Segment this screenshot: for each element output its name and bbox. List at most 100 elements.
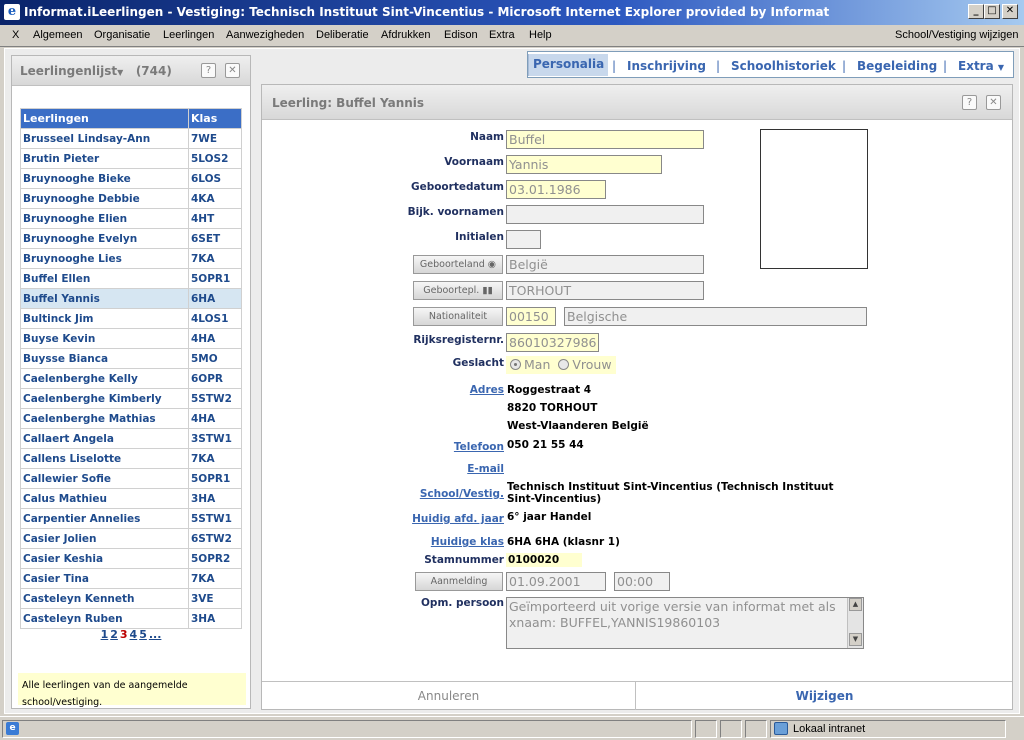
table-row[interactable]: Carpentier Annelies 5STW1 bbox=[20, 508, 242, 529]
help-icon[interactable]: ? bbox=[201, 63, 216, 78]
menu-extra[interactable]: Extra bbox=[489, 29, 515, 41]
maximize-button[interactable]: □ bbox=[984, 4, 1000, 19]
page-link[interactable]: 2 bbox=[110, 628, 118, 641]
menu-afdrukken[interactable]: Afdrukken bbox=[381, 29, 431, 41]
menu-aanwezigheden[interactable]: Aanwezigheden bbox=[226, 29, 304, 41]
page-link[interactable]: ... bbox=[149, 628, 162, 641]
save-button[interactable]: Wijzigen bbox=[637, 682, 1012, 710]
table-row[interactable]: Bruynooghe Lies 7KA bbox=[20, 248, 242, 269]
student-name[interactable]: Callewier Sofie bbox=[20, 468, 189, 489]
student-list-title[interactable]: Leerlingenlijst▼ (744) bbox=[20, 64, 172, 78]
table-row[interactable]: Bruynooghe Bieke 6LOS bbox=[20, 168, 242, 189]
student-name[interactable]: Casier Keshia bbox=[20, 548, 189, 569]
change-school-link[interactable]: School/Vestiging wijzigen bbox=[895, 29, 1019, 41]
table-row[interactable]: Bruynooghe Evelyn 6SET bbox=[20, 228, 242, 249]
table-row[interactable]: Casier Tina 7KA bbox=[20, 568, 242, 589]
menu-help[interactable]: Help bbox=[529, 29, 552, 41]
column-header-name[interactable]: Leerlingen bbox=[20, 108, 189, 129]
table-row[interactable]: Callaert Angela 3STW1 bbox=[20, 428, 242, 449]
table-row[interactable]: Buyse Kevin 4HA bbox=[20, 328, 242, 349]
table-row[interactable]: Casteleyn Kenneth 3VE bbox=[20, 588, 242, 609]
student-name[interactable]: Casteleyn Ruben bbox=[20, 608, 189, 629]
table-row[interactable]: Calus Mathieu 3HA bbox=[20, 488, 242, 509]
minimize-button[interactable]: _ bbox=[968, 4, 984, 19]
student-name[interactable]: Carpentier Annelies bbox=[20, 508, 189, 529]
student-name[interactable]: Callaert Angela bbox=[20, 428, 189, 449]
student-name[interactable]: Casteleyn Kenneth bbox=[20, 588, 189, 609]
bijk-voornamen-field[interactable] bbox=[506, 205, 704, 224]
table-row[interactable]: Caelenberghe Mathias 4HA bbox=[20, 408, 242, 429]
page-link[interactable]: 4 bbox=[130, 628, 138, 641]
student-name[interactable]: Casier Jolien bbox=[20, 528, 189, 549]
table-row[interactable]: Brutin Pieter 5LOS2 bbox=[20, 148, 242, 169]
rijksregisternr-field[interactable]: 86010327986 bbox=[506, 333, 599, 352]
student-name[interactable]: Brusseel Lindsay-Ann bbox=[20, 128, 189, 149]
menu-leerlingen[interactable]: Leerlingen bbox=[163, 29, 214, 41]
opm-persoon-textarea[interactable]: Geïmporteerd uit vorige versie van infor… bbox=[506, 597, 864, 649]
geboorteplaats-button[interactable]: Geboortepl. ▮▮ bbox=[413, 281, 503, 300]
tab-schoolhistoriek[interactable]: Schoolhistoriek bbox=[731, 59, 836, 73]
student-name[interactable]: Buyse Kevin bbox=[20, 328, 189, 349]
student-name[interactable]: Callens Liselotte bbox=[20, 448, 189, 469]
tab-personalia[interactable]: Personalia bbox=[528, 54, 609, 76]
geboortedatum-field[interactable]: 03.01.1986 bbox=[506, 180, 606, 199]
student-name[interactable]: Caelenberghe Kelly bbox=[20, 368, 189, 389]
geboorteland-field[interactable]: België bbox=[506, 255, 704, 274]
menu-edison[interactable]: Edison bbox=[444, 29, 478, 41]
page-link[interactable]: 3 bbox=[120, 628, 128, 641]
student-name[interactable]: Brutin Pieter bbox=[20, 148, 189, 169]
tab-extra[interactable]: Extra ▼ bbox=[958, 59, 1004, 73]
table-row[interactable]: Bruynooghe Elien 4HT bbox=[20, 208, 242, 229]
table-row[interactable]: Buffel Yannis 6HA bbox=[20, 288, 242, 309]
table-row[interactable]: Casier Jolien 6STW2 bbox=[20, 528, 242, 549]
column-header-class[interactable]: Klas bbox=[188, 108, 242, 129]
school-link[interactable]: School/Vestig. bbox=[420, 488, 504, 500]
geboorteplaats-field[interactable]: TORHOUT bbox=[506, 281, 704, 300]
cancel-button[interactable]: Annuleren bbox=[262, 682, 636, 710]
table-row[interactable]: Buffel Ellen 5OPR1 bbox=[20, 268, 242, 289]
table-row[interactable]: Buysse Bianca 5MO bbox=[20, 348, 242, 369]
table-row[interactable]: Bultinck Jim 4LOS1 bbox=[20, 308, 242, 329]
scroll-down-icon[interactable]: ▼ bbox=[849, 633, 862, 646]
page-link[interactable]: 1 bbox=[101, 628, 109, 641]
table-row[interactable]: Caelenberghe Kelly 6OPR bbox=[20, 368, 242, 389]
aanmelding-button[interactable]: Aanmelding bbox=[415, 572, 503, 591]
student-name[interactable]: Bruynooghe Elien bbox=[20, 208, 189, 229]
textarea-scrollbar[interactable]: ▲ ▼ bbox=[847, 598, 863, 648]
student-name[interactable]: Bruynooghe Lies bbox=[20, 248, 189, 269]
student-name[interactable]: Caelenberghe Mathias bbox=[20, 408, 189, 429]
student-name[interactable]: Bruynooghe Evelyn bbox=[20, 228, 189, 249]
initialen-field[interactable] bbox=[506, 230, 541, 249]
student-name[interactable]: Casier Tina bbox=[20, 568, 189, 589]
table-row[interactable]: Brusseel Lindsay-Ann 7WE bbox=[20, 128, 242, 149]
menu-algemeen[interactable]: Algemeen bbox=[33, 29, 83, 41]
menu-close[interactable]: X bbox=[12, 29, 19, 41]
geboorteland-button[interactable]: Geboorteland ◉ bbox=[413, 255, 503, 274]
student-name[interactable]: Bruynooghe Bieke bbox=[20, 168, 189, 189]
student-name[interactable]: Bruynooghe Debbie bbox=[20, 188, 189, 209]
menu-deliberatie[interactable]: Deliberatie bbox=[316, 29, 369, 41]
telefoon-link[interactable]: Telefoon bbox=[454, 441, 504, 453]
nationaliteit-code-field[interactable]: 00150 bbox=[506, 307, 556, 326]
nationaliteit-name-field[interactable]: Belgische bbox=[564, 307, 867, 326]
naam-field[interactable]: Buffel bbox=[506, 130, 704, 149]
close-icon[interactable]: ✕ bbox=[225, 63, 240, 78]
help-icon[interactable]: ? bbox=[962, 95, 977, 110]
scroll-up-icon[interactable]: ▲ bbox=[849, 598, 862, 611]
table-row[interactable]: Caelenberghe Kimberly 5STW2 bbox=[20, 388, 242, 409]
klas-link[interactable]: Huidige klas bbox=[431, 536, 504, 548]
student-name[interactable]: Bultinck Jim bbox=[20, 308, 189, 329]
close-icon[interactable]: ✕ bbox=[986, 95, 1001, 110]
tab-inschrijving[interactable]: Inschrijving bbox=[627, 59, 706, 73]
page-link[interactable]: 5 bbox=[139, 628, 147, 641]
afdeling-link[interactable]: Huidig afd. jaar bbox=[412, 513, 504, 525]
tab-begeleiding[interactable]: Begeleiding bbox=[857, 59, 937, 73]
student-name[interactable]: Buffel Ellen bbox=[20, 268, 189, 289]
student-name[interactable]: Calus Mathieu bbox=[20, 488, 189, 509]
menu-organisatie[interactable]: Organisatie bbox=[94, 29, 150, 41]
close-window-button[interactable]: ✕ bbox=[1002, 4, 1018, 19]
aanmelding-date-field[interactable]: 01.09.2001 bbox=[506, 572, 606, 591]
student-name[interactable]: Buffel Yannis bbox=[20, 288, 189, 309]
table-row[interactable]: Callens Liselotte 7KA bbox=[20, 448, 242, 469]
table-row[interactable]: Callewier Sofie 5OPR1 bbox=[20, 468, 242, 489]
